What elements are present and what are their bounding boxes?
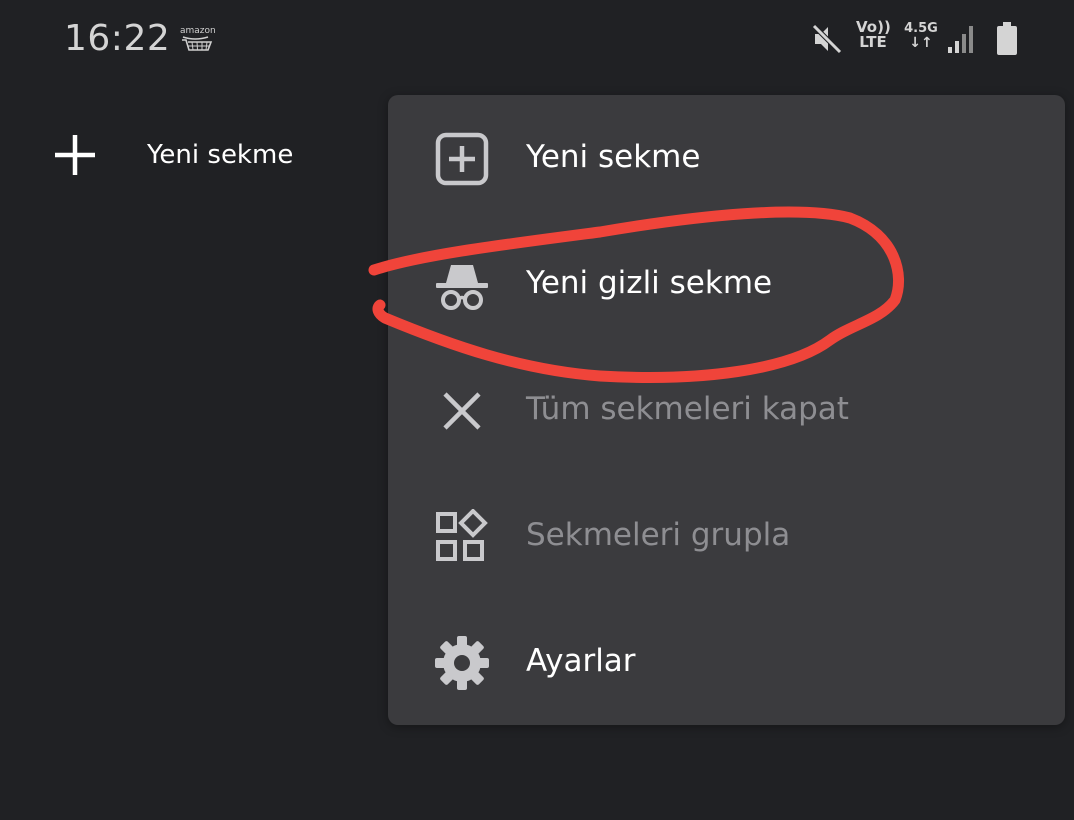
battery-icon (997, 22, 1017, 55)
add-box-icon (435, 132, 489, 186)
close-icon (443, 392, 481, 430)
menu-item-settings[interactable]: Ayarlar (388, 599, 1065, 725)
gear-icon (435, 636, 489, 690)
mute-icon (812, 24, 842, 54)
menu-item-label: Yeni sekme (526, 139, 701, 175)
status-bar: 16:22 amazon Vo)) LTE 4.5G ↓↑ (0, 0, 1074, 80)
lte-label: LTE (859, 33, 887, 51)
tab-overflow-menu: Yeni sekme Yeni gizli sekme Tüm sekmeler… (388, 95, 1065, 725)
background-new-tab-label: Yeni sekme (147, 140, 294, 170)
network-type-indicator: 4.5G ↓↑ (902, 21, 940, 51)
group-tabs-icon (436, 509, 488, 561)
background-new-tab-button[interactable]: Yeni sekme (48, 130, 348, 180)
menu-item-label: Tüm sekmeleri kapat (526, 391, 849, 427)
plus-icon (55, 135, 95, 175)
menu-item-label: Yeni gizli sekme (526, 265, 773, 301)
menu-item-label: Sekmeleri grupla (526, 517, 791, 553)
network-arrows: ↓↑ (909, 35, 933, 51)
menu-item-group-tabs[interactable]: Sekmeleri grupla (388, 473, 1065, 599)
signal-icon (948, 26, 973, 53)
network-label: 4.5G (904, 21, 938, 36)
amazon-cart-icon: amazon (180, 26, 216, 56)
menu-item-close-all-tabs[interactable]: Tüm sekmeleri kapat (388, 347, 1065, 473)
incognito-icon (436, 265, 488, 310)
menu-item-new-tab[interactable]: Yeni sekme (388, 95, 1065, 221)
menu-item-new-incognito-tab[interactable]: Yeni gizli sekme (388, 221, 1065, 347)
menu-item-label: Ayarlar (526, 643, 636, 679)
status-clock: 16:22 (64, 18, 171, 59)
volte-indicator: Vo)) LTE (856, 20, 891, 51)
